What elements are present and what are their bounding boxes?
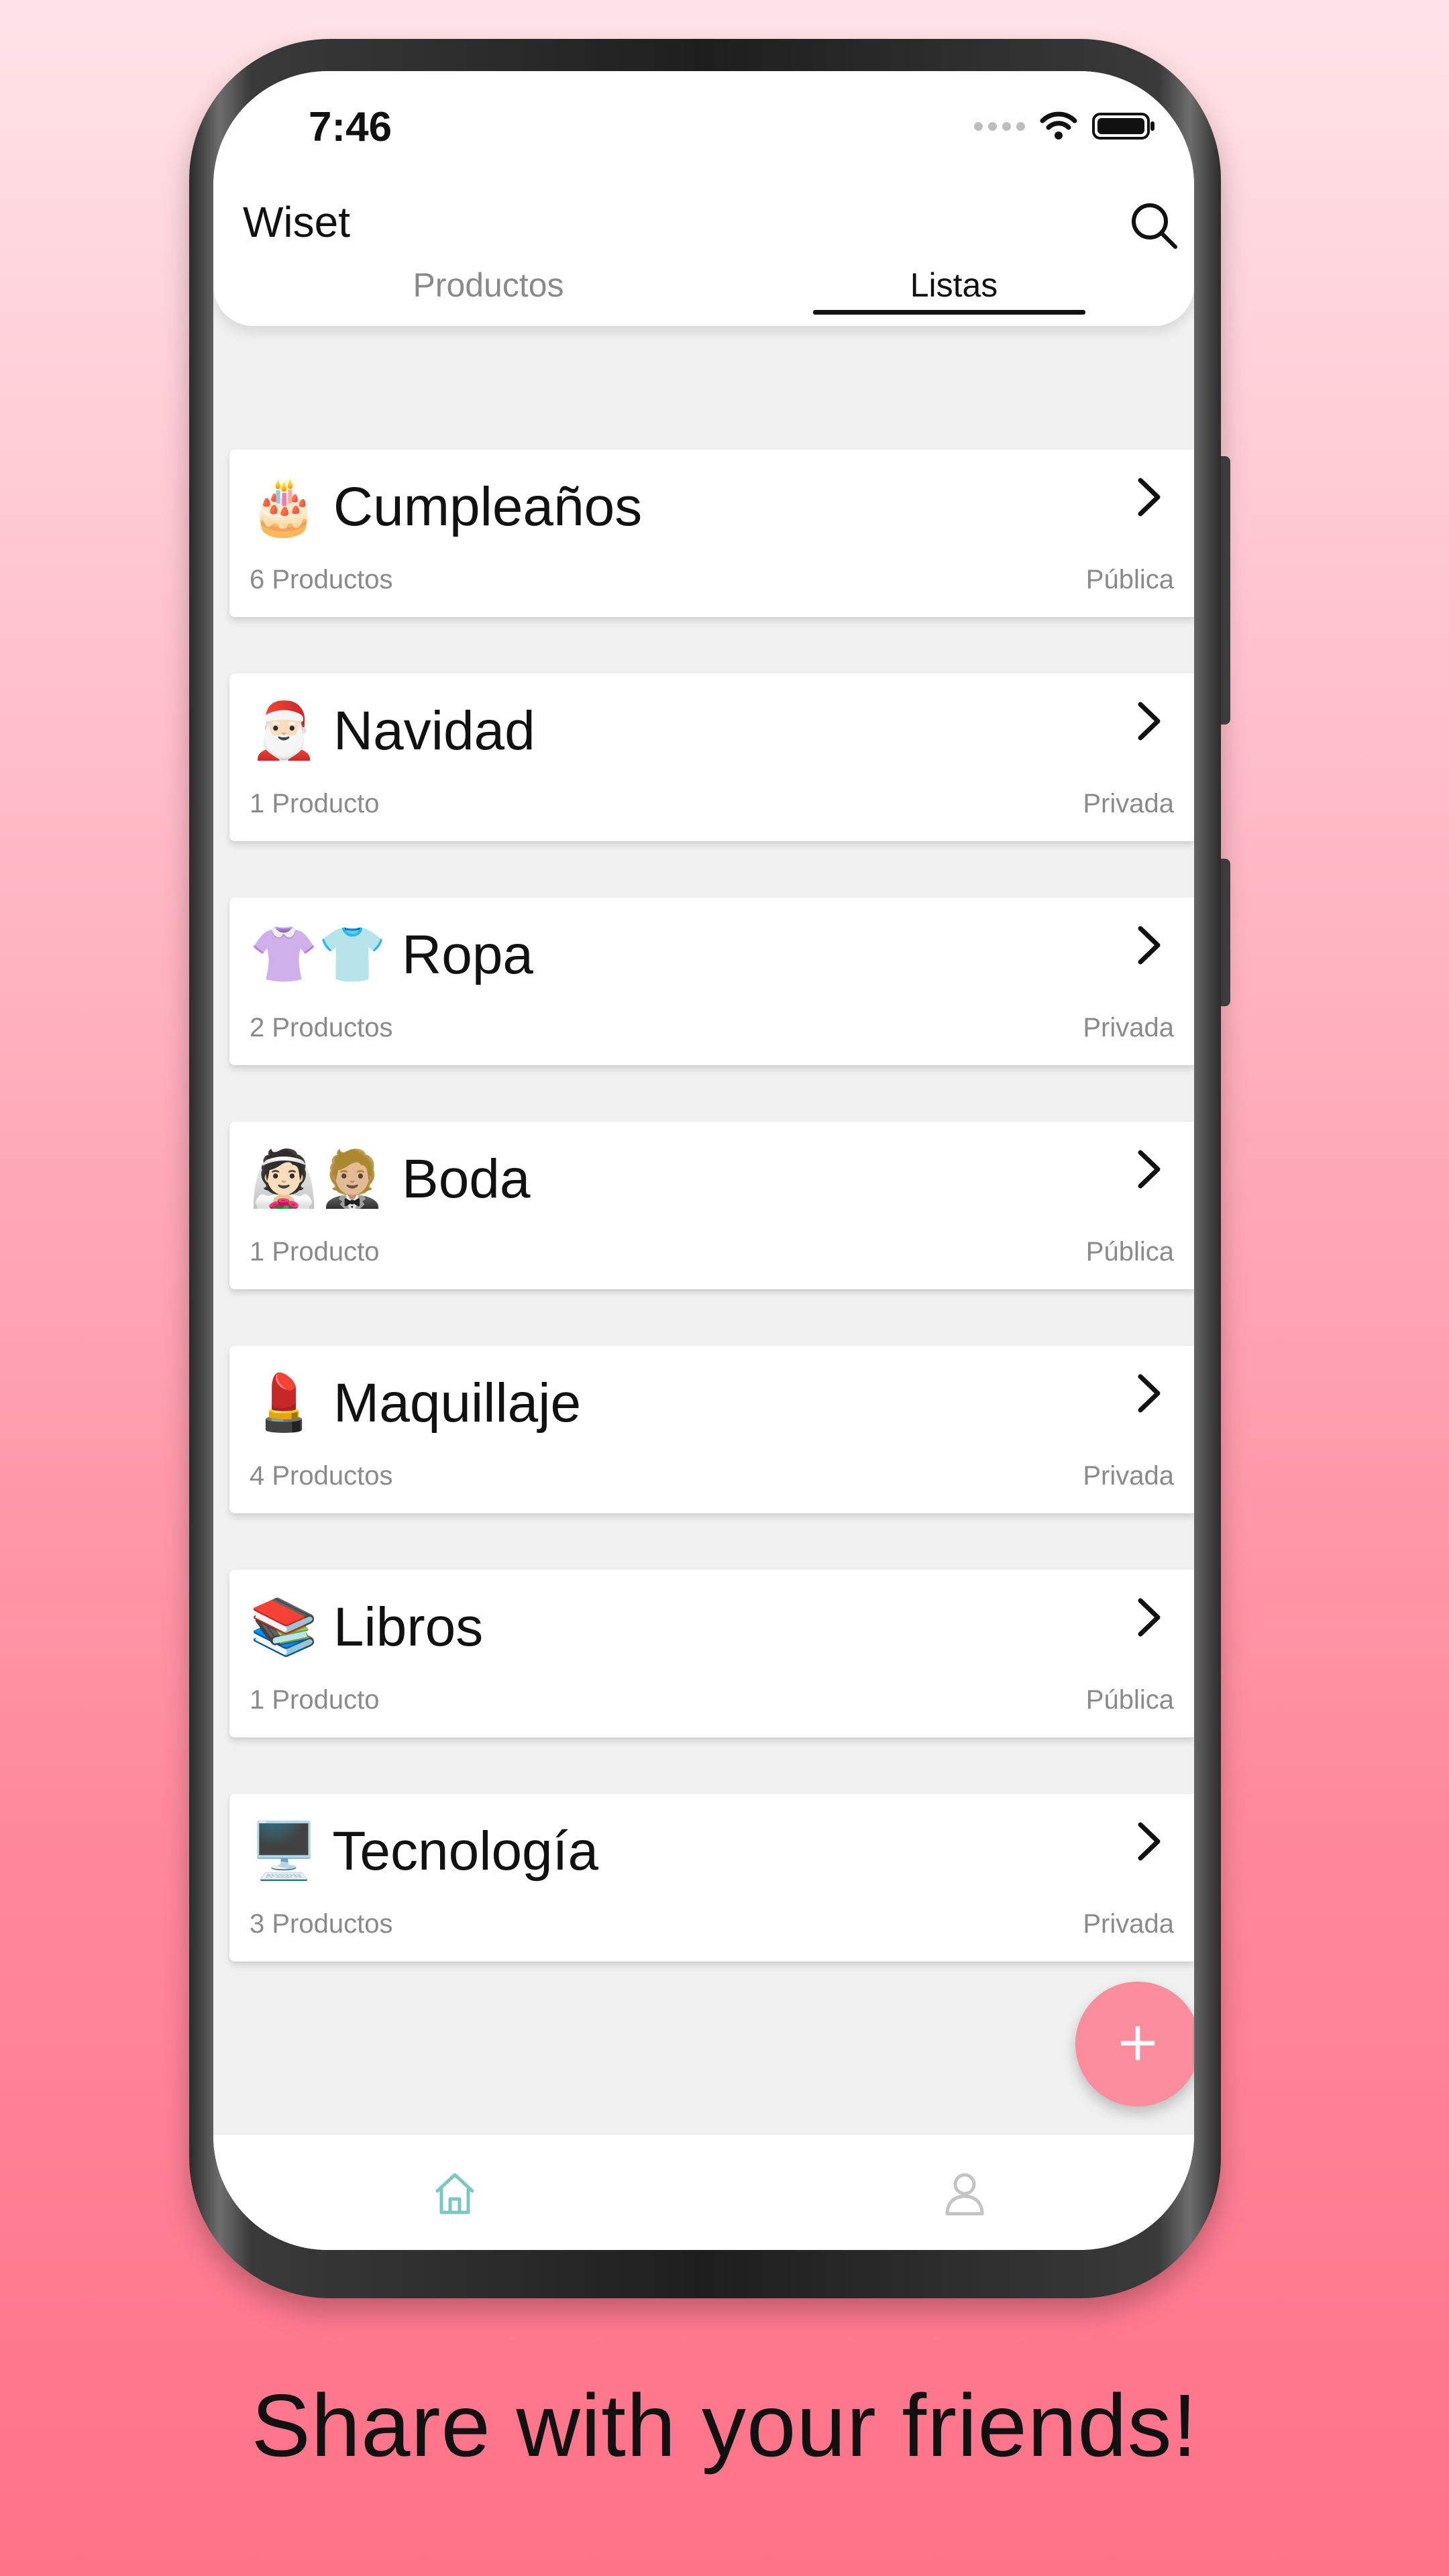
- chevron-right-icon: [1138, 926, 1161, 965]
- lists-container: 🎂 Cumpleaños 6 Productos Pública 🎅🏻 Navi…: [213, 326, 1194, 2137]
- list-card[interactable]: 💄 Maquillaje 4 Productos Privada: [229, 1346, 1194, 1513]
- list-product-count: 6 Productos: [250, 565, 393, 594]
- battery-icon: [1092, 113, 1155, 140]
- list-title: 🖥️ Tecnología: [250, 1819, 598, 1884]
- chevron-right-icon: [1138, 1374, 1161, 1413]
- list-emoji: 💄: [250, 1373, 319, 1434]
- app-title: Wiset: [243, 198, 350, 246]
- signal-icon: [974, 121, 1025, 131]
- promo-caption: Share with your friends!: [251, 2376, 1198, 2475]
- list-visibility: Pública: [1085, 1237, 1174, 1267]
- list-product-count: 1 Producto: [250, 1685, 380, 1715]
- chevron-right-icon: [1138, 1598, 1161, 1637]
- list-card[interactable]: 🖥️ Tecnología 3 Productos Privada: [229, 1794, 1194, 1962]
- phone-side-button: [1221, 456, 1230, 724]
- list-title: 💄 Maquillaje: [250, 1371, 581, 1436]
- list-name: Maquillaje: [333, 1373, 582, 1434]
- chevron-right-icon: [1138, 702, 1161, 741]
- list-emoji: 👰🏻🤵🏼: [250, 1148, 387, 1210]
- list-visibility: Privada: [1083, 789, 1174, 818]
- tab-listas[interactable]: Listas: [813, 266, 1095, 305]
- list-product-count: 3 Productos: [250, 1909, 393, 1939]
- list-product-count: 1 Producto: [250, 1237, 380, 1267]
- home-icon[interactable]: [428, 2167, 482, 2220]
- list-card[interactable]: 👚👕 Ropa 2 Productos Privada: [229, 898, 1194, 1065]
- list-emoji: 👚👕: [250, 924, 387, 985]
- list-emoji: 🎂: [250, 476, 319, 537]
- wifi-icon: [1040, 111, 1077, 140]
- list-emoji: 🎅🏻: [250, 700, 319, 761]
- tab-productos[interactable]: Productos: [347, 266, 629, 305]
- list-title: 📚 Libros: [250, 1595, 483, 1660]
- chevron-right-icon: [1138, 1150, 1161, 1189]
- list-name: Ropa: [402, 924, 534, 985]
- status-icons: [974, 111, 1157, 141]
- plus-icon: +: [1115, 2010, 1161, 2073]
- list-name: Tecnología: [332, 1821, 599, 1882]
- active-tab-indicator: [813, 310, 1085, 315]
- list-card[interactable]: 📚 Libros 1 Producto Pública: [229, 1570, 1194, 1737]
- list-card[interactable]: 🎅🏻 Navidad 1 Producto Privada: [229, 674, 1194, 841]
- list-title: 🎅🏻 Navidad: [250, 699, 535, 763]
- search-icon[interactable]: [1127, 199, 1181, 252]
- list-product-count: 1 Producto: [250, 789, 380, 818]
- phone-side-button: [1221, 859, 1230, 1006]
- list-name: Cumpleaños: [333, 476, 643, 537]
- chevron-right-icon: [1138, 1822, 1161, 1861]
- list-product-count: 2 Productos: [250, 1013, 393, 1042]
- list-product-count: 4 Productos: [250, 1461, 393, 1491]
- list-card[interactable]: 🎂 Cumpleaños 6 Productos Pública: [229, 449, 1194, 617]
- list-visibility: Privada: [1083, 1461, 1174, 1491]
- list-visibility: Pública: [1085, 1685, 1174, 1715]
- list-name: Navidad: [333, 700, 535, 761]
- bottom-navigation: [213, 2133, 1194, 2250]
- chevron-right-icon: [1138, 478, 1161, 517]
- list-title: 👰🏻🤵🏼 Boda: [250, 1147, 531, 1212]
- list-visibility: Privada: [1083, 1013, 1174, 1042]
- status-time: 7:46: [309, 104, 392, 150]
- list-card[interactable]: 👰🏻🤵🏼 Boda 1 Producto Pública: [229, 1122, 1194, 1289]
- list-name: Boda: [402, 1148, 531, 1210]
- list-name: Libros: [333, 1597, 484, 1658]
- add-list-button[interactable]: +: [1075, 1982, 1194, 2106]
- list-title: 👚👕 Ropa: [250, 923, 533, 987]
- list-visibility: Privada: [1083, 1909, 1174, 1939]
- list-title: 🎂 Cumpleaños: [250, 475, 642, 539]
- list-emoji: 🖥️: [250, 1821, 319, 1882]
- phone-screen: 7:46 Wiset Productos Listas 🎂 Cumpleaños…: [213, 71, 1194, 2250]
- user-icon[interactable]: [938, 2167, 991, 2220]
- app-header: 7:46 Wiset Productos Listas: [213, 71, 1194, 326]
- list-visibility: Pública: [1085, 565, 1174, 594]
- list-emoji: 📚: [250, 1597, 319, 1658]
